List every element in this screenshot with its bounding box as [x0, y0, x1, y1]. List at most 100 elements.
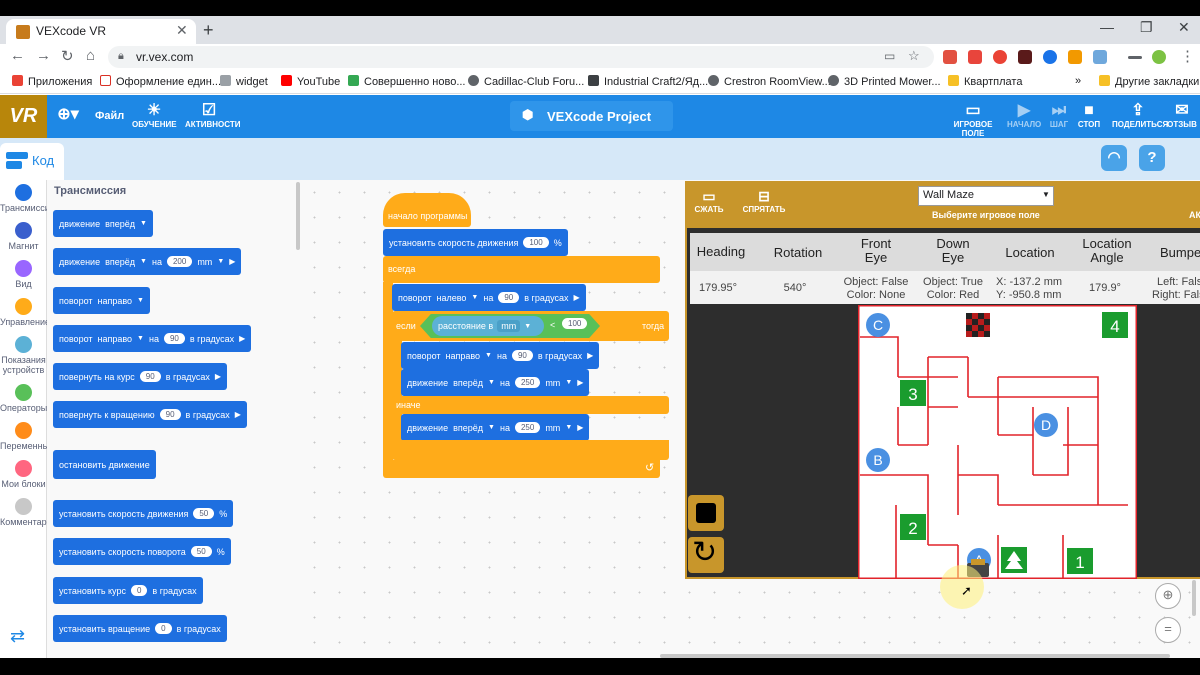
- block-set-turn-velocity[interactable]: установить скорость поворота 50%: [53, 538, 231, 565]
- world-select[interactable]: Wall Maze ▼: [918, 186, 1054, 206]
- category-control[interactable]: Управление: [0, 298, 50, 327]
- file-menu[interactable]: Файл: [95, 110, 124, 122]
- monitor-dashboard-icon[interactable]: ◠: [1101, 145, 1127, 171]
- block-set-drive-velocity[interactable]: установить скорость движения 50%: [53, 500, 234, 527]
- pen-color-button[interactable]: [688, 495, 724, 531]
- bookmarks-more-button[interactable]: »: [1075, 75, 1081, 87]
- palette-scrollbar[interactable]: [296, 182, 300, 250]
- other-bookmarks-folder[interactable]: Другие закладки: [1099, 75, 1199, 88]
- block-number-input[interactable]: 250: [514, 377, 541, 388]
- bookmark-item[interactable]: Совершенно ново...: [348, 75, 465, 88]
- bookmark-star-icon[interactable]: ☆: [908, 48, 920, 64]
- bookmark-folder[interactable]: Квартплата: [948, 75, 1022, 88]
- block-number-input[interactable]: 90: [159, 409, 181, 420]
- activities-button[interactable]: ☑ АКТИВНОСТИ: [185, 102, 241, 129]
- language-button[interactable]: ⊕▾: [54, 106, 82, 124]
- block-number-input[interactable]: 250: [514, 422, 541, 433]
- category-sensing[interactable]: Показания устройств: [0, 336, 47, 375]
- step-button[interactable]: ⏭ ШАГ: [1045, 102, 1073, 129]
- block-dropdown[interactable]: вперёд: [105, 257, 135, 267]
- category-magnet[interactable]: Магнит: [0, 222, 47, 251]
- browser-menu-icon[interactable]: ⋮: [1180, 47, 1195, 65]
- block-dropdown[interactable]: вперёд: [453, 378, 483, 388]
- project-name-field[interactable]: ⬢ VEXcode Project: [510, 101, 673, 131]
- extension-pdf-icon[interactable]: [943, 50, 957, 64]
- back-arrow-icon[interactable]: ←: [10, 47, 25, 64]
- category-looks[interactable]: Вид: [0, 260, 47, 289]
- new-tab-button[interactable]: +: [203, 20, 214, 41]
- block-drive-forward[interactable]: движение вперёд ▼: [53, 210, 153, 237]
- block-number-input[interactable]: 90: [511, 350, 533, 361]
- category-variables[interactable]: Переменные: [0, 422, 54, 451]
- block-number-input[interactable]: 50: [193, 508, 215, 519]
- address-bar[interactable]: 🔒︎ vr.vex.com ▭ ☆: [108, 46, 934, 68]
- workspace-vertical-scrollbar[interactable]: [1192, 580, 1196, 616]
- maximize-button[interactable]: ❐: [1140, 19, 1153, 36]
- tab-code[interactable]: Код: [0, 143, 64, 180]
- block-dropdown[interactable]: вперёд: [453, 423, 483, 433]
- block-turn-to-heading[interactable]: повернуть на курс 90 в градусах ▶: [53, 363, 228, 390]
- minimize-button[interactable]: —: [1100, 19, 1114, 35]
- category-my-blocks[interactable]: Мои блоки: [0, 460, 47, 489]
- block-set-drive-velocity[interactable]: установить скорость движения 100%: [383, 229, 568, 256]
- block-turn-right-for[interactable]: поворот направо ▼ на 90 в градусах ▶: [401, 342, 600, 369]
- cast-icon[interactable]: ▭: [884, 49, 895, 63]
- zoom-reset-icon[interactable]: =: [1155, 617, 1181, 643]
- block-dropdown[interactable]: направо: [98, 334, 133, 344]
- block-number-input[interactable]: 0: [155, 623, 172, 634]
- home-icon[interactable]: ⌂: [86, 47, 95, 64]
- block-drive-for[interactable]: движение вперёд ▼ на 200 mm ▼ ▶: [53, 248, 242, 275]
- bookmark-item[interactable]: 3D Printed Mower...: [828, 75, 941, 88]
- learn-button[interactable]: ☀ ОБУЧЕНИЕ: [132, 102, 177, 129]
- browser-tab[interactable]: VEXcode VR ✕: [6, 19, 196, 44]
- extension-tool-icon[interactable]: [1093, 50, 1107, 64]
- forward-arrow-icon[interactable]: →: [36, 47, 51, 64]
- profile-avatar[interactable]: [1152, 50, 1166, 64]
- category-operators[interactable]: Операторы: [0, 384, 47, 413]
- block-dropdown[interactable]: направо: [98, 296, 133, 306]
- help-icon[interactable]: ?: [1139, 145, 1165, 171]
- block-drive-for-else[interactable]: движение вперёд ▼ на 250 mm ▼ ▶: [401, 414, 590, 441]
- extension-blue-icon[interactable]: [1043, 50, 1057, 64]
- block-number-input[interactable]: 90: [139, 371, 161, 382]
- block-set-heading[interactable]: установить курс 0 в градусах: [53, 577, 203, 604]
- category-drivetrain[interactable]: Трансмиссия: [0, 184, 55, 213]
- reset-button[interactable]: ↻: [688, 536, 724, 573]
- feedback-button[interactable]: ✉ ОТЗЫВ: [1167, 102, 1197, 129]
- close-window-button[interactable]: ✕: [1178, 19, 1190, 36]
- extension-red-icon[interactable]: [968, 50, 982, 64]
- block-turn-left-for[interactable]: поворот налево ▼ на 90 в градусах ▶: [392, 284, 586, 311]
- block-dropdown[interactable]: mm: [497, 320, 521, 332]
- reading-list-icon[interactable]: [1128, 56, 1142, 59]
- shrink-button[interactable]: ▭ СЖАТЬ: [693, 188, 725, 214]
- bookmark-item[interactable]: YouTube: [281, 75, 340, 88]
- playground-button[interactable]: ▭ ИГРОВОЕ ПОЛЕ: [946, 102, 1000, 138]
- reload-icon[interactable]: ↻: [61, 47, 74, 65]
- tab-close-icon[interactable]: ✕: [176, 22, 188, 39]
- bookmark-item[interactable]: Оформление един...: [100, 75, 221, 88]
- extension-orange-icon[interactable]: [1068, 50, 1082, 64]
- share-button[interactable]: ⇪ ПОДЕЛИТЬСЯ: [1112, 102, 1168, 129]
- block-dropdown[interactable]: mm: [545, 378, 560, 388]
- block-stop-driving[interactable]: остановить движение: [53, 450, 156, 479]
- extension-opera-icon[interactable]: [993, 50, 1007, 64]
- hide-button[interactable]: ⊟ СПРЯТАТЬ: [742, 188, 786, 214]
- extension-dark-icon[interactable]: [1018, 50, 1032, 64]
- block-drive-for[interactable]: движение вперёд ▼ на 250 mm ▼ ▶: [401, 369, 590, 396]
- block-number-input[interactable]: 0: [130, 585, 148, 596]
- block-number-input[interactable]: 100: [562, 318, 588, 329]
- bookmark-item[interactable]: Cadillac-Club Foru...: [468, 75, 584, 88]
- block-number-input[interactable]: 200: [166, 256, 193, 267]
- block-number-input[interactable]: 90: [163, 333, 185, 344]
- block-dropdown[interactable]: направо: [446, 351, 481, 361]
- bookmark-item[interactable]: Crestron RoomView...: [708, 75, 831, 88]
- category-comment[interactable]: Комментарий: [0, 498, 57, 527]
- stop-button[interactable]: ■ СТОП: [1075, 102, 1103, 129]
- when-started-hat-block[interactable]: начало программы: [383, 193, 471, 227]
- block-dropdown[interactable]: вперёд: [105, 219, 135, 229]
- forever-block[interactable]: всегда: [383, 256, 660, 283]
- block-dropdown[interactable]: mm: [197, 257, 212, 267]
- block-dropdown[interactable]: mm: [545, 423, 560, 433]
- block-number-input[interactable]: 90: [498, 292, 520, 303]
- start-button[interactable]: ▶ НАЧАЛО: [1007, 102, 1041, 129]
